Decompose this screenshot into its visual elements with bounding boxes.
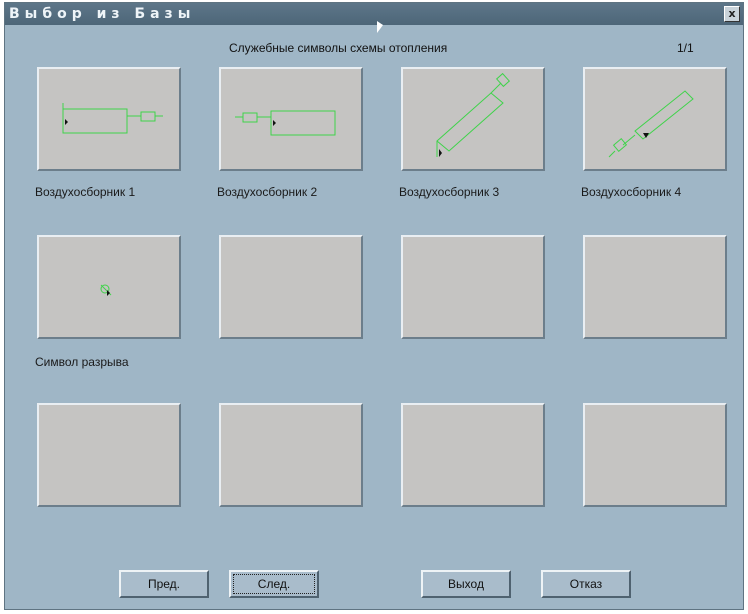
symbol-cell-empty[interactable] [401, 235, 545, 339]
break-symbol-icon [100, 284, 112, 296]
symbol-label-air-collector-4: Воздухосборник 4 [581, 185, 682, 199]
cancel-button[interactable]: Отказ [541, 570, 631, 598]
symbol-group-title: Служебные символы схемы отопления [229, 41, 448, 55]
symbol-cell-empty[interactable] [219, 403, 363, 507]
symbol-cell-air-collector-1[interactable] [37, 67, 181, 171]
air-collector-1-icon [62, 103, 163, 134]
symbol-label-air-collector-2: Воздухосборник 2 [217, 185, 318, 199]
symbol-label-break-symbol: Символ разрыва [35, 355, 129, 369]
symbol-label-air-collector-1: Воздухосборник 1 [35, 185, 136, 199]
symbol-cell-air-collector-2[interactable] [219, 67, 363, 171]
symbol-cell-empty[interactable] [583, 403, 727, 507]
symbol-cell-break-symbol[interactable] [37, 235, 181, 339]
air-collector-3-icon [436, 72, 511, 157]
symbol-cell-empty[interactable] [37, 403, 181, 507]
symbol-cell-air-collector-3[interactable] [401, 67, 545, 171]
next-button[interactable]: След. [229, 570, 319, 598]
window-title: Выбор из Базы [9, 6, 196, 22]
symbol-label-air-collector-3: Воздухосборник 3 [399, 185, 500, 199]
mouse-cursor-icon [377, 21, 383, 33]
exit-button[interactable]: Выход [421, 570, 511, 598]
page-indicator: 1/1 [677, 41, 694, 55]
symbol-cell-empty[interactable] [583, 235, 727, 339]
select-from-database-dialog: Выбор из Базы x Служебные символы схемы … [4, 2, 744, 610]
symbol-cell-empty[interactable] [219, 235, 363, 339]
symbol-cell-air-collector-4[interactable] [583, 67, 727, 171]
symbol-cell-empty[interactable] [401, 403, 545, 507]
prev-button[interactable]: Пред. [119, 570, 209, 598]
air-collector-4-icon [608, 90, 694, 158]
close-button[interactable]: x [724, 6, 740, 22]
air-collector-2-icon [235, 110, 336, 136]
title-bar[interactable]: Выбор из Базы x [5, 3, 743, 25]
